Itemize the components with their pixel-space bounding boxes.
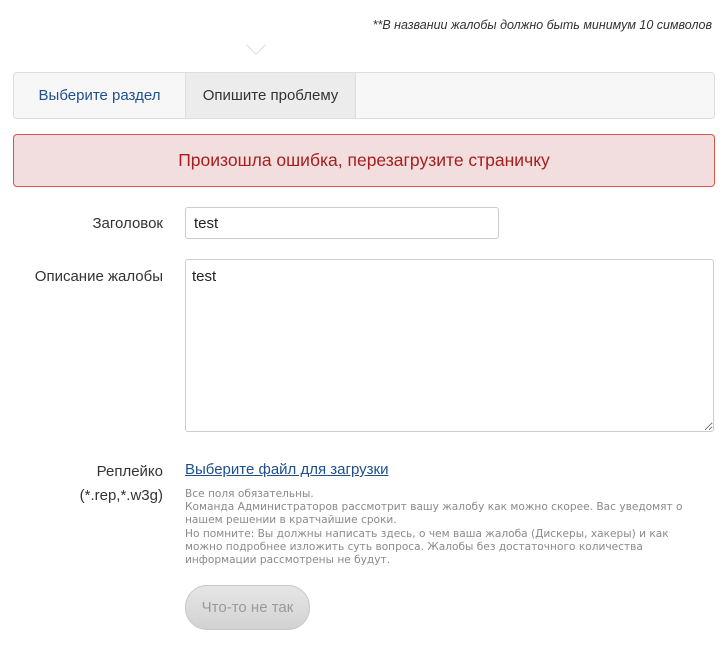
description-textarea[interactable]: test — [185, 259, 714, 432]
tabs-bar: Выберите раздел Опишите проблему — [13, 72, 715, 119]
help-line: Команда Администраторов рассмотрит вашу … — [185, 501, 683, 514]
title-input[interactable] — [185, 207, 499, 239]
replay-label-title: Реплейко — [96, 463, 163, 480]
choose-file-link[interactable]: Выберите файл для загрузки — [185, 461, 388, 478]
error-alert: Произошла ошибка, перезагрузите страничк… — [13, 134, 715, 187]
replay-label: Реплейко (*.rep,*.w3g) — [80, 460, 163, 508]
help-line: нашем решении в кратчайшие сроки. — [185, 514, 397, 527]
replay-label-extensions: (*.rep,*.w3g) — [79, 487, 163, 504]
complaint-page: **В названии жалобы должно быть минимум … — [0, 0, 720, 654]
help-line: Но помните: Вы должны написать здесь, о … — [185, 527, 669, 540]
description-label: Описание жалобы — [34, 268, 163, 285]
tab-choose-section[interactable]: Выберите раздел — [14, 73, 185, 118]
title-length-hint: **В названии жалобы должно быть минимум … — [372, 18, 712, 32]
help-line: информации рассмотрены не будут. — [185, 554, 391, 567]
help-line: Все поля обязательны. — [185, 488, 314, 500]
submit-button[interactable]: Что-то не так — [185, 585, 310, 630]
title-label: Заголовок — [92, 215, 163, 232]
help-text: Все поля обязательны. Команда Администра… — [185, 488, 705, 567]
active-tab-pointer — [246, 35, 266, 55]
help-line: можно подробнее изложить суть вопроса. Ж… — [185, 540, 643, 553]
tab-describe-problem[interactable]: Опишите проблему — [185, 73, 356, 118]
